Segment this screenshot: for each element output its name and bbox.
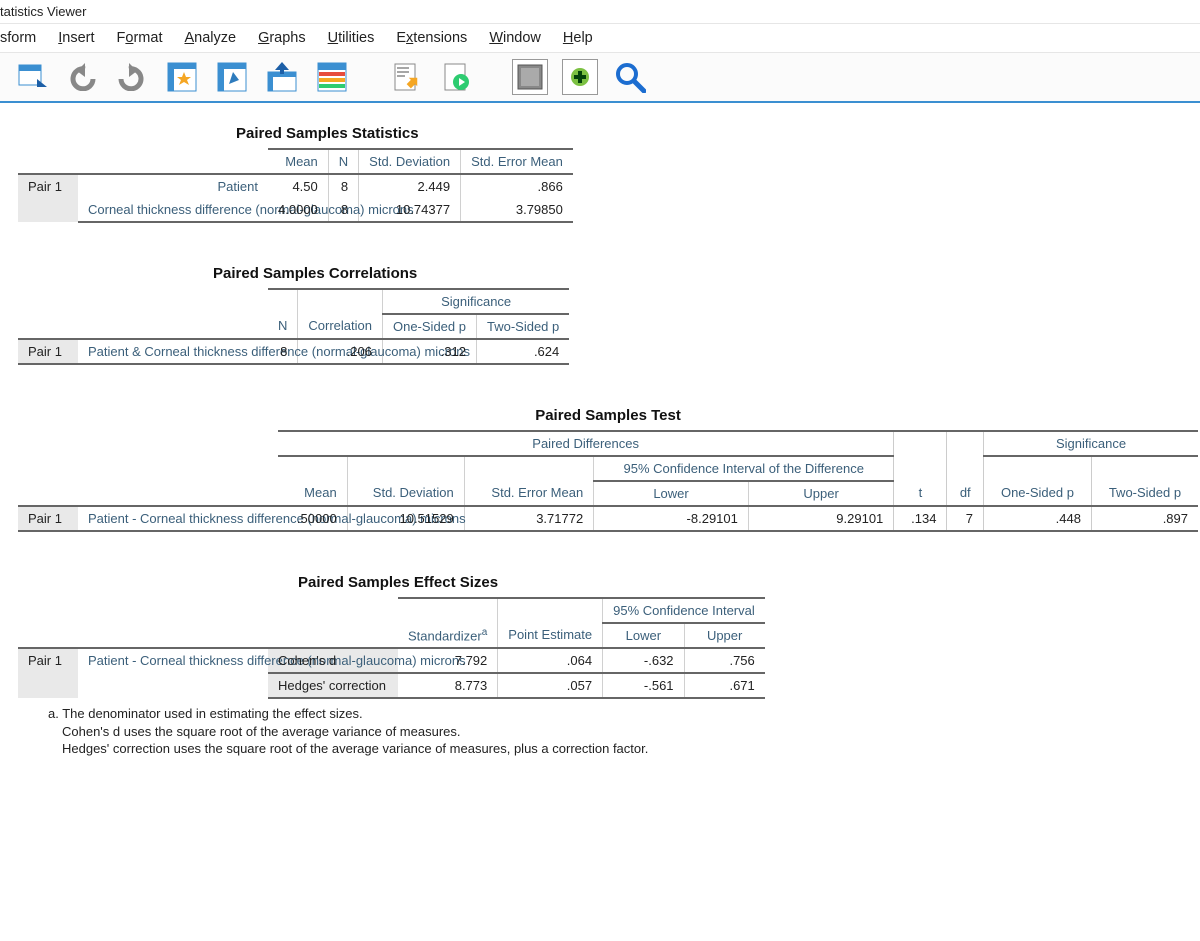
- col-p2: Two-Sided p: [476, 314, 569, 339]
- effect-name: Hedges' correction: [268, 673, 398, 698]
- redo-icon[interactable]: [114, 59, 150, 95]
- col-sd: Std. Deviation: [359, 149, 461, 174]
- table-effect-sizes: 95% Confidence Interval Standardizera Po…: [18, 597, 765, 699]
- menu-window[interactable]: Window: [489, 30, 541, 46]
- menu-insert[interactable]: Insert: [58, 30, 94, 46]
- col-standardizer: Standardizera: [398, 623, 498, 648]
- designate-window-icon[interactable]: [562, 59, 598, 95]
- menu-analyze[interactable]: Analyze: [184, 30, 236, 46]
- table-row: Pair 1 Patient - Corneal thickness diffe…: [18, 648, 765, 673]
- col-n: N: [328, 149, 358, 174]
- pair-label: Pair 1: [18, 174, 78, 222]
- menu-transform[interactable]: sform: [0, 30, 36, 46]
- select-last-output-icon[interactable]: [512, 59, 548, 95]
- col-group-ci: 95% Confidence Interval of the Differenc…: [594, 456, 894, 481]
- menu-help[interactable]: Help: [563, 30, 593, 46]
- toolbar: [0, 53, 1200, 103]
- undo-icon[interactable]: [64, 59, 100, 95]
- pair-label: Pair 1: [18, 339, 78, 364]
- menu-format[interactable]: Format: [117, 30, 163, 46]
- pair-label: Pair 1: [18, 506, 78, 531]
- search-icon[interactable]: [612, 59, 648, 95]
- var-name: Corneal thickness difference (normal-gla…: [78, 198, 268, 222]
- col-group-sig: Significance: [984, 431, 1198, 456]
- variables-icon[interactable]: [314, 59, 350, 95]
- col-group-sig: Significance: [382, 289, 569, 314]
- print-preview-icon[interactable]: [438, 59, 474, 95]
- table-paired-correlations: Significance N Correlation One-Sided p T…: [18, 288, 569, 365]
- export-icon[interactable]: [388, 59, 424, 95]
- table-title-effect-sizes: Paired Samples Effect Sizes: [18, 560, 1200, 597]
- col-group-ci: 95% Confidence Interval: [603, 598, 765, 623]
- goto-case-icon[interactable]: [214, 59, 250, 95]
- menu-bar: sform Insert Format Analyze Graphs Utili…: [0, 24, 1200, 53]
- table-row: Pair 1 Patient 4.50 8 2.449 .866: [18, 174, 573, 198]
- col-corr: Correlation: [298, 314, 383, 339]
- table-title-test: Paired Samples Test: [18, 393, 1198, 430]
- col-mean: Mean: [278, 481, 347, 506]
- col-p1: One-Sided p: [382, 314, 476, 339]
- output-viewer: Paired Samples Statistics Mean N Std. De…: [0, 103, 1200, 788]
- col-sem: Std. Error Mean: [461, 149, 573, 174]
- col-upper: Upper: [684, 623, 765, 648]
- col-lower: Lower: [594, 481, 749, 506]
- col-upper: Upper: [748, 481, 893, 506]
- col-df: df: [947, 481, 984, 506]
- window-title-bar: tatistics Viewer: [0, 0, 1200, 24]
- table-title-correlations: Paired Samples Correlations: [18, 251, 1200, 288]
- col-mean: Mean: [268, 149, 328, 174]
- col-p1: One-Sided p: [984, 481, 1092, 506]
- menu-extensions[interactable]: Extensions: [396, 30, 467, 46]
- var-name: Patient: [78, 174, 268, 198]
- col-n: N: [268, 314, 298, 339]
- col-sem: Std. Error Mean: [464, 481, 593, 506]
- table-row: Corneal thickness difference (normal-gla…: [18, 198, 573, 222]
- pair-label: Pair 1: [18, 648, 78, 698]
- table-paired-statistics: Mean N Std. Deviation Std. Error Mean Pa…: [18, 148, 573, 223]
- menu-graphs[interactable]: Graphs: [258, 30, 306, 46]
- col-point-estimate: Point Estimate: [498, 623, 603, 648]
- table-row: Pair 1 Patient - Corneal thickness diffe…: [18, 506, 1198, 531]
- favorites-icon[interactable]: [164, 59, 200, 95]
- open-data-icon[interactable]: [14, 59, 50, 95]
- col-p2: Two-Sided p: [1091, 481, 1198, 506]
- col-group-paired-diff: Paired Differences: [278, 431, 894, 456]
- var-name: Patient - Corneal thickness difference (…: [78, 506, 278, 531]
- col-lower: Lower: [603, 623, 684, 648]
- col-sd: Std. Deviation: [347, 481, 464, 506]
- var-name: Patient - Corneal thickness difference (…: [78, 648, 268, 698]
- footnote: a. The denominator used in estimating th…: [18, 699, 1200, 758]
- window-title: tatistics Viewer: [0, 4, 86, 19]
- col-t: t: [894, 481, 947, 506]
- var-name: Patient & Corneal thickness difference (…: [78, 339, 268, 364]
- goto-variable-icon[interactable]: [264, 59, 300, 95]
- menu-utilities[interactable]: Utilities: [328, 30, 375, 46]
- table-paired-test: Paired Differences Significance 95% Conf…: [18, 430, 1198, 532]
- table-row: Pair 1 Patient & Corneal thickness diffe…: [18, 339, 569, 364]
- table-title-statistics: Paired Samples Statistics: [18, 111, 1200, 148]
